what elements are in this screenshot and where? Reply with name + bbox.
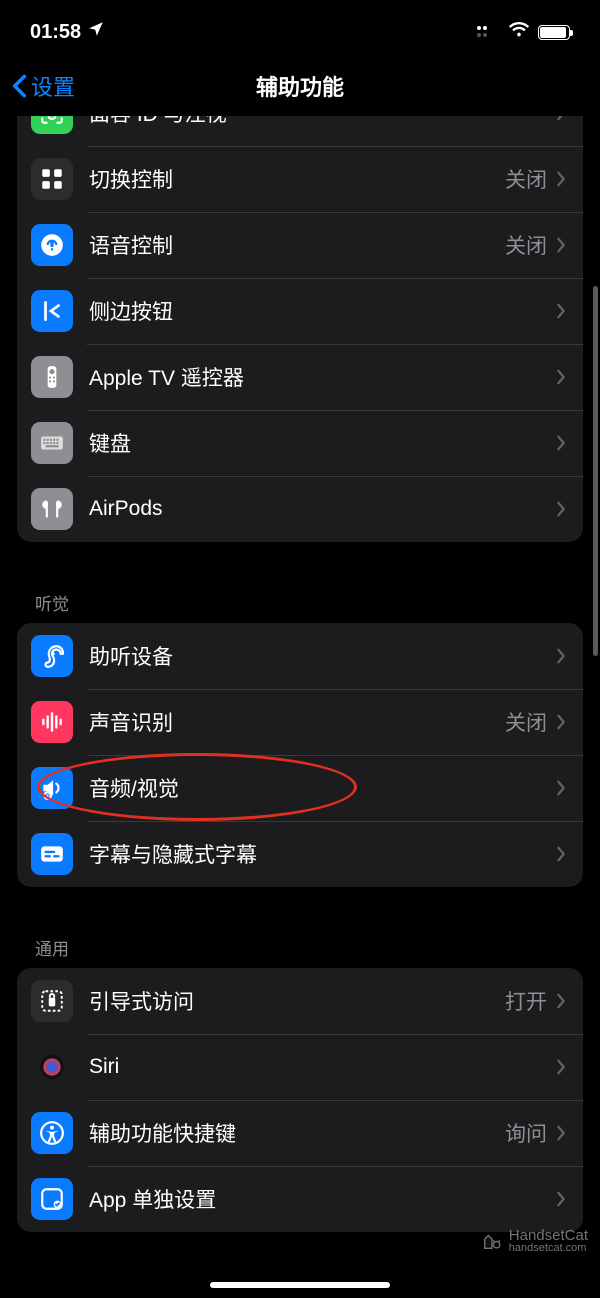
row-label: App 单独设置 <box>89 1184 555 1214</box>
row-detail: 关闭 <box>505 230 547 260</box>
chevron-right-icon <box>555 647 567 665</box>
settings-row[interactable]: 键盘 <box>17 410 583 476</box>
chevron-right-icon <box>555 116 567 122</box>
row-label: 引导式访问 <box>89 986 505 1016</box>
watermark: HandsetCat handsetcat.com <box>481 1228 588 1254</box>
side-button-icon <box>31 290 73 332</box>
settings-row[interactable]: 字幕与隐藏式字幕 <box>17 821 583 887</box>
audio-visual-icon <box>31 767 73 809</box>
scrollbar-thumb[interactable] <box>593 286 598 656</box>
accessibility-shortcut-icon <box>31 1112 73 1154</box>
row-label: AirPods <box>89 497 555 521</box>
status-right <box>476 18 570 46</box>
content-scroll[interactable]: 面容 ID 与注视切换控制关闭语音控制关闭侧边按钮Apple TV 遥控器键盘A… <box>0 116 600 1298</box>
row-label: Siri <box>89 1055 555 1079</box>
row-label: 声音识别 <box>89 707 505 737</box>
row-label: 字幕与隐藏式字幕 <box>89 839 555 869</box>
settings-row[interactable]: 辅助功能快捷键询问 <box>17 1100 583 1166</box>
settings-row[interactable]: 切换控制关闭 <box>17 146 583 212</box>
watermark-text: HandsetCat <box>509 1228 588 1243</box>
settings-row[interactable]: 音频/视觉 <box>17 755 583 821</box>
row-detail: 询问 <box>505 1118 547 1148</box>
settings-row[interactable]: 侧边按钮 <box>17 278 583 344</box>
siri-icon <box>31 1046 73 1088</box>
chevron-right-icon <box>555 779 567 797</box>
settings-row[interactable]: AirPods <box>17 476 583 542</box>
chevron-right-icon <box>555 368 567 386</box>
section-header: 通用 <box>17 915 583 968</box>
section-header: 听觉 <box>17 570 583 623</box>
row-detail: 关闭 <box>505 707 547 737</box>
chevron-right-icon <box>555 1058 567 1076</box>
battery-icon <box>538 25 570 40</box>
keyboard-icon <box>31 422 73 464</box>
settings-row[interactable]: 助听设备 <box>17 623 583 689</box>
chevron-right-icon <box>555 1190 567 1208</box>
chevron-right-icon <box>555 1124 567 1142</box>
chevron-right-icon <box>555 845 567 863</box>
row-label: 音频/视觉 <box>89 773 555 803</box>
chevron-right-icon <box>555 170 567 188</box>
per-app-icon <box>31 1178 73 1220</box>
nav-bar: 设置 辅助功能 <box>0 56 600 116</box>
watermark-url: handsetcat.com <box>509 1243 588 1254</box>
status-time: 01:58 <box>30 21 81 44</box>
row-label: 语音控制 <box>89 230 505 260</box>
apple-tv-remote-icon <box>31 356 73 398</box>
settings-group: 引导式访问打开 Siri 辅助功能快捷键询问 App 单独设置 <box>17 968 583 1232</box>
airpods-icon <box>31 488 73 530</box>
settings-row[interactable]: Apple TV 遥控器 <box>17 344 583 410</box>
face-id-icon <box>31 116 73 134</box>
chevron-right-icon <box>555 236 567 254</box>
row-label: 辅助功能快捷键 <box>89 1118 505 1148</box>
row-label: 面容 ID 与注视 <box>89 116 555 128</box>
row-label: Apple TV 遥控器 <box>89 362 555 392</box>
back-label: 设置 <box>31 70 75 102</box>
settings-row[interactable]: 面容 ID 与注视 <box>17 116 583 146</box>
row-label: 切换控制 <box>89 164 505 194</box>
back-button[interactable]: 设置 <box>12 70 75 102</box>
voice-control-icon <box>31 224 73 266</box>
settings-group: 助听设备声音识别关闭音频/视觉字幕与隐藏式字幕 <box>17 623 583 887</box>
settings-row[interactable]: 引导式访问打开 <box>17 968 583 1034</box>
row-label: 侧边按钮 <box>89 296 555 326</box>
settings-row[interactable]: 声音识别关闭 <box>17 689 583 755</box>
chevron-right-icon <box>555 302 567 320</box>
guided-access-icon <box>31 980 73 1022</box>
wifi-icon <box>508 18 530 46</box>
status-left: 01:58 <box>30 20 105 44</box>
chevron-right-icon <box>555 713 567 731</box>
location-arrow-icon <box>87 20 105 44</box>
captions-icon <box>31 833 73 875</box>
settings-row[interactable]: App 单独设置 <box>17 1166 583 1232</box>
chevron-right-icon <box>555 500 567 518</box>
chevron-right-icon <box>555 434 567 452</box>
chevron-right-icon <box>555 992 567 1010</box>
settings-row[interactable]: 语音控制关闭 <box>17 212 583 278</box>
switch-control-icon <box>31 158 73 200</box>
row-detail: 关闭 <box>505 164 547 194</box>
status-bar: 01:58 <box>0 0 600 56</box>
home-indicator[interactable] <box>210 1282 390 1288</box>
cellular-icon <box>476 21 500 44</box>
hearing-icon <box>31 635 73 677</box>
settings-group: 面容 ID 与注视切换控制关闭语音控制关闭侧边按钮Apple TV 遥控器键盘A… <box>17 116 583 542</box>
row-detail: 打开 <box>505 986 547 1016</box>
sound-recognition-icon <box>31 701 73 743</box>
row-label: 助听设备 <box>89 641 555 671</box>
row-label: 键盘 <box>89 428 555 458</box>
settings-row[interactable]: Siri <box>17 1034 583 1100</box>
page-title: 辅助功能 <box>0 70 600 102</box>
